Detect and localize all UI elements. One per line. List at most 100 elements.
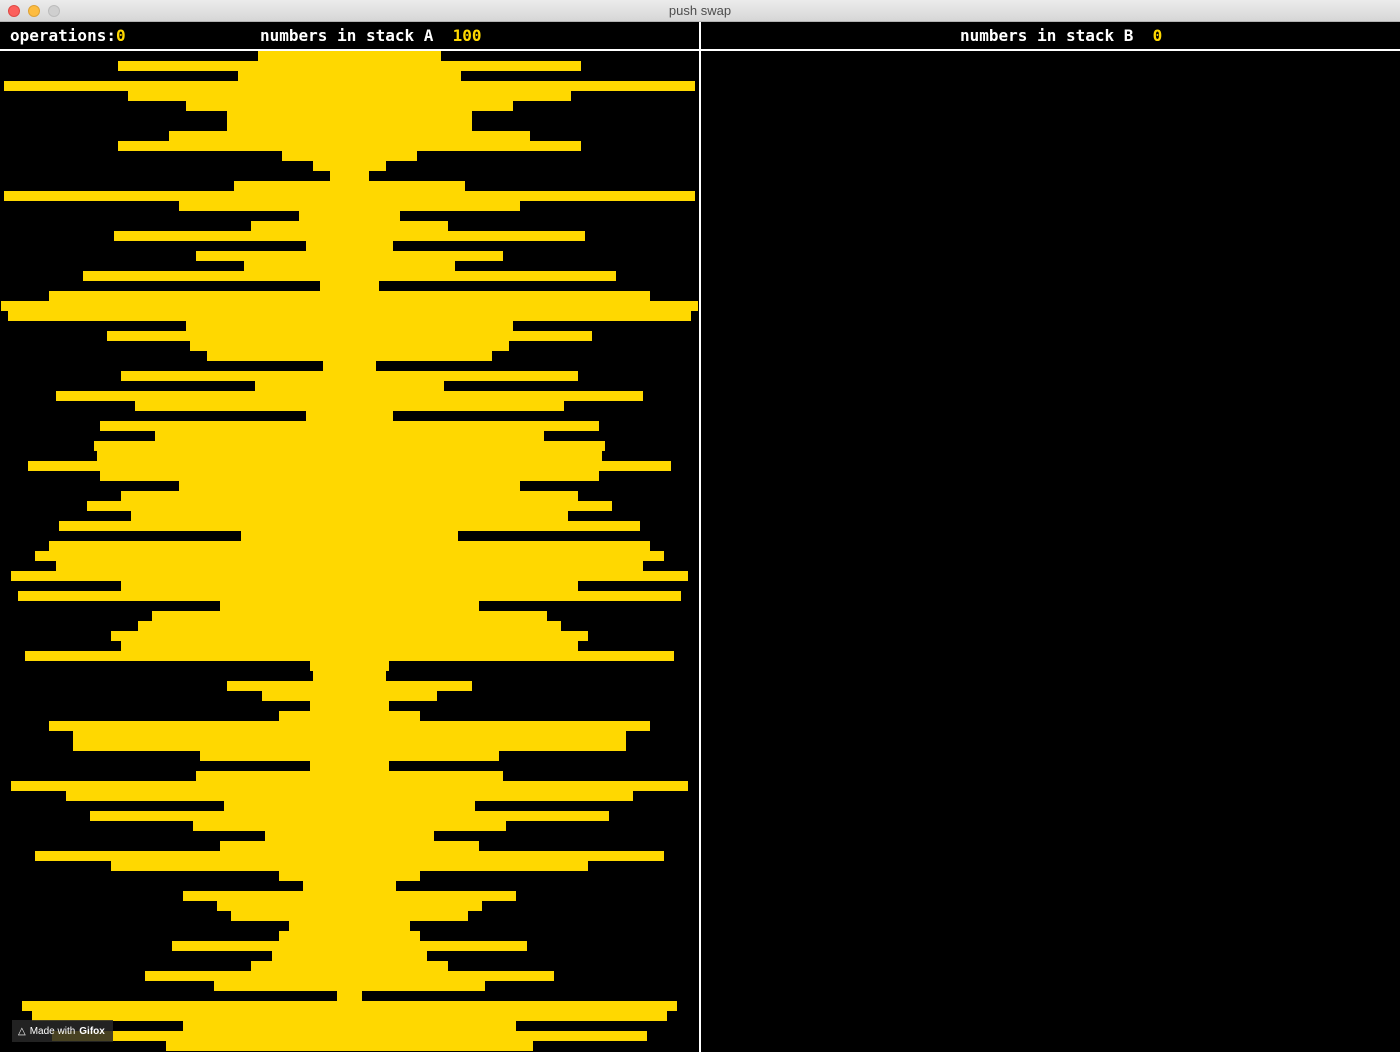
stack-a-bar [319, 281, 380, 291]
stack-a-bar [127, 91, 572, 101]
stack-a-bar [1, 301, 698, 311]
stack-b-label: numbers in stack B [960, 26, 1134, 45]
window-title: push swap [668, 3, 732, 18]
stack-a-bar [254, 381, 445, 391]
stack-a-bar [49, 541, 650, 551]
stack-a-bar [306, 411, 393, 421]
stack-a-bar [86, 501, 613, 511]
stack-a-bar [337, 991, 362, 1001]
window-titlebar: push swap [0, 0, 1400, 22]
stack-a-bar [93, 441, 606, 451]
stack-a-bar [189, 341, 510, 351]
stack-a-bar [313, 671, 386, 681]
stack-a-bar [199, 751, 500, 761]
operations-counter: operations:0 [10, 26, 126, 46]
stack-a-bar [100, 421, 599, 431]
operations-label: operations: [10, 26, 116, 45]
stack-a-bar [309, 661, 390, 671]
stack-a-bar [49, 721, 650, 731]
stack-a-bar [182, 1021, 517, 1031]
stack-a-bar [83, 271, 616, 281]
stack-b-panel [701, 51, 1400, 1052]
stack-a-bar [117, 61, 582, 71]
stack-a-bar [131, 511, 568, 521]
stack-a-bar [234, 181, 465, 191]
stack-a-bar [220, 841, 479, 851]
stack-a-bar [151, 611, 548, 621]
gifox-watermark: △ Made with Gifox [12, 1020, 113, 1042]
stack-a-bar [100, 471, 599, 481]
stack-a-bar [244, 261, 455, 271]
stack-a-bar [49, 291, 650, 301]
stack-a-bar [220, 601, 479, 611]
stack-a-bar [11, 781, 688, 791]
stack-a-bar [278, 711, 421, 721]
stack-a-bar [35, 851, 664, 861]
stack-a-bar [196, 771, 503, 781]
stack-a-bar [206, 351, 493, 361]
stack-a-bar [55, 561, 644, 571]
stack-a-bar [172, 941, 527, 951]
stack-a-bar [309, 701, 390, 711]
stack-a-bar [227, 111, 472, 121]
stack-a-bar [271, 951, 428, 961]
stack-a-bar [261, 691, 438, 701]
stack-a-bar [114, 231, 585, 241]
stack-a-label: numbers in stack A [260, 26, 434, 45]
visualizer-canvas: operations:0 numbers in stack A 100 numb… [0, 22, 1400, 1052]
stack-a-bar [121, 491, 578, 501]
stack-a-bar [66, 791, 633, 801]
stack-a-count: 100 [452, 26, 482, 45]
stack-a-bar [90, 811, 609, 821]
watermark-prefix: Made with [29, 1025, 76, 1037]
stack-a-bar [223, 801, 476, 811]
stack-a-panel [0, 51, 699, 1052]
stack-a-bar [323, 361, 376, 371]
stack-a-bar [28, 461, 671, 471]
stack-a-bar [289, 921, 410, 931]
operations-value: 0 [115, 26, 126, 45]
stack-a-bar [21, 1001, 678, 1011]
stack-a-bar [121, 641, 578, 651]
stack-a-bar [213, 981, 486, 991]
stack-a-bar [97, 451, 602, 461]
stack-a-bar [4, 191, 695, 201]
stack-a-bar [179, 481, 520, 491]
stack-a-bar [52, 1031, 647, 1041]
stack-a-bar [145, 971, 554, 981]
stack-a-bar [182, 891, 517, 901]
stack-a-counter: numbers in stack A 100 [260, 26, 482, 46]
stack-a-bar [227, 121, 472, 131]
stack-a-bar [251, 221, 448, 231]
stack-a-bar [196, 251, 503, 261]
stack-a-bar [155, 431, 544, 441]
stack-a-bar [278, 931, 421, 941]
stack-a-bar [258, 51, 441, 61]
stack-a-bar [251, 961, 448, 971]
stack-a-bar [121, 581, 578, 591]
stack-b-counter: numbers in stack B 0 [960, 26, 1162, 46]
stack-a-bar [4, 81, 695, 91]
stack-a-bar [31, 1011, 668, 1021]
stack-a-bar [299, 211, 400, 221]
stack-a-bar [306, 241, 393, 251]
stack-a-bar [35, 551, 664, 561]
stack-a-bar [230, 911, 469, 921]
stack-a-bar [265, 831, 434, 841]
stack-a-bar [73, 731, 626, 741]
stack-a-bar [7, 311, 692, 321]
fox-icon: △ [18, 1025, 26, 1037]
stack-a-bar [25, 651, 674, 661]
stack-a-bar [217, 901, 482, 911]
stack-a-bar [313, 161, 386, 171]
stack-a-bar [59, 521, 640, 531]
stack-a-bar [165, 1041, 534, 1051]
stack-a-bar [186, 321, 513, 331]
stack-a-bar [110, 631, 589, 641]
stack-a-bar [241, 531, 458, 541]
stack-a-bar [237, 71, 462, 81]
stack-a-bar [18, 591, 681, 601]
stack-b-count: 0 [1152, 26, 1163, 45]
stack-a-bar [121, 371, 578, 381]
stack-a-bar [193, 821, 506, 831]
